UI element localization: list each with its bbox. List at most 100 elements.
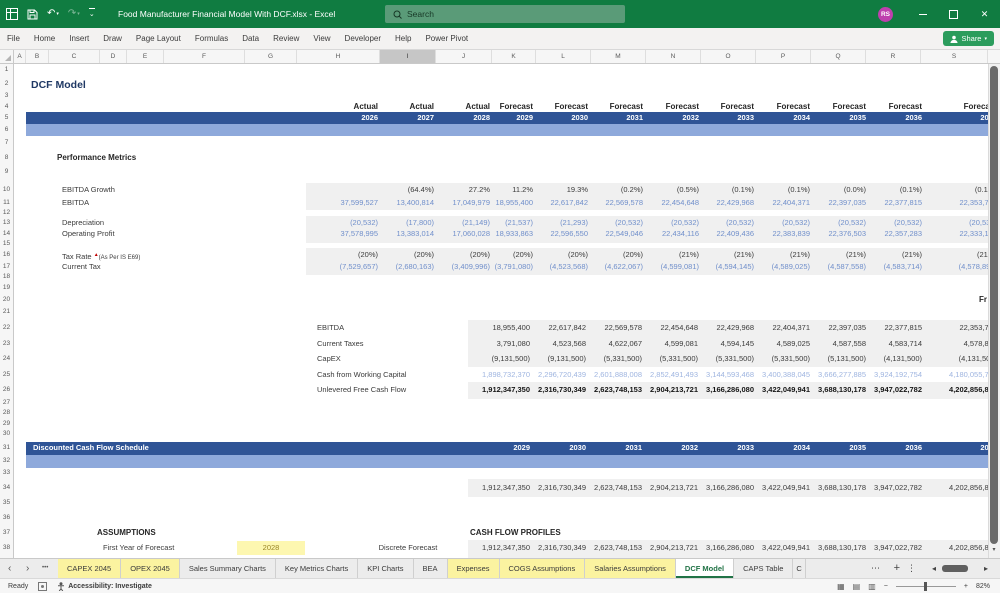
restore-button[interactable] [938,0,969,28]
value-cell[interactable]: 2,904,213,721 [650,542,698,554]
value-cell[interactable]: (4,523,568) [550,261,588,273]
share-button[interactable]: Share ▾ [943,31,994,46]
account-avatar[interactable]: RS [878,7,893,22]
value-cell[interactable]: 4,599,081 [665,338,698,350]
forecast-type-cell[interactable]: Discrete Forecast [352,542,464,554]
value-cell[interactable]: 27.2% [469,184,490,196]
sheet-tab-bea[interactable]: BEA [414,559,448,578]
year-header-cell[interactable]: 2035 [849,112,866,124]
value-cell[interactable]: 4,523,568 [553,338,586,350]
value-cell[interactable]: 22,429,968 [716,197,754,209]
value-cell[interactable]: 3,924,192,754 [874,369,922,381]
ribbon-tab-file[interactable]: File [0,28,27,49]
value-cell[interactable]: 3,422,049,941 [762,482,810,494]
qat-customize-icon[interactable]: ⌄ [89,8,95,21]
ribbon-tab-power-pivot[interactable]: Power Pivot [418,28,475,49]
row-number-34[interactable]: 34 [0,483,13,493]
ribbon-tab-insert[interactable]: Insert [62,28,96,49]
dcf-schedule-title[interactable]: Discounted Cash Flow Schedule [33,442,149,454]
column-header-h[interactable]: H [297,50,380,63]
row-number-7[interactable]: 7 [0,138,13,148]
row-label-ebitda[interactable]: EBITDA [62,197,89,209]
value-cell[interactable]: 2,904,213,721 [650,384,698,396]
value-cell[interactable]: 22,434,116 [662,228,699,240]
clipped-label-fragment[interactable]: Fr [979,294,987,306]
value-cell[interactable]: 22,429,968 [716,322,754,334]
value-cell[interactable]: (4,599,081) [661,261,699,273]
value-cell[interactable]: 22,377,815 [884,322,922,334]
value-cell[interactable]: 1,912,347,350 [482,482,530,494]
value-cell[interactable]: 3,166,286,080 [706,542,754,554]
hscroll-thumb[interactable] [942,565,968,572]
value-cell[interactable]: (7,529,657) [340,261,378,273]
value-cell[interactable]: (5,331,500) [772,353,810,365]
row-number-14[interactable]: 14 [0,229,13,239]
row-number-15[interactable]: 15 [0,239,13,249]
value-cell[interactable]: (3,409,996) [452,261,490,273]
search-box[interactable]: Search [385,5,625,23]
row-number-12[interactable]: 12 [0,208,13,218]
row-number-21[interactable]: 21 [0,307,13,317]
ribbon-tab-draw[interactable]: Draw [96,28,129,49]
column-header-m[interactable]: M [591,50,646,63]
value-cell[interactable]: 22,454,648 [660,322,698,334]
column-header-l[interactable]: L [536,50,591,63]
row-number-32[interactable]: 32 [0,456,13,466]
value-cell[interactable]: 13,400,814 [396,197,434,209]
vertical-scrollbar-thumb[interactable] [990,66,998,544]
value-cell[interactable]: (0.1%) [732,184,754,196]
value-cell[interactable]: 2,904,213,721 [650,482,698,494]
ribbon-tab-formulas[interactable]: Formulas [188,28,235,49]
value-cell[interactable]: 1,912,347,350 [482,542,530,554]
value-cell[interactable]: 37,599,527 [340,197,378,209]
row-number-22[interactable]: 22 [0,323,13,333]
column-header-g[interactable]: G [245,50,297,63]
value-cell[interactable]: (9,131,500) [548,353,586,365]
column-header-d[interactable]: D [100,50,127,63]
dcf-year-cell[interactable]: 2030 [569,442,586,454]
assumption-label[interactable]: First Year of Forecast [103,542,174,554]
value-cell[interactable]: (20%) [623,249,643,261]
macro-record-icon[interactable] [38,582,47,591]
value-cell[interactable]: 1,912,347,350 [482,384,530,396]
value-cell[interactable]: (20%) [358,249,378,261]
value-cell[interactable]: 2,316,730,349 [538,482,586,494]
save-icon[interactable] [27,9,38,20]
undo-icon[interactable]: ↶▾ [47,8,59,20]
column-header-a[interactable]: A [14,50,26,63]
value-cell[interactable]: (0.5%) [677,184,699,196]
value-cell[interactable]: 22,357,283 [884,228,922,240]
accessibility-status[interactable]: Accessibility: Investigate [57,582,152,591]
sheet-nav-left-icon[interactable]: ‹ [8,559,11,578]
sheet-tab-key-metrics-charts[interactable]: Key Metrics Charts [276,559,358,578]
value-cell[interactable]: (5,131,500) [828,353,866,365]
new-sheet-button[interactable]: + [894,559,900,578]
row-number-8[interactable]: 8 [0,153,13,163]
row-number-11[interactable]: 11 [0,198,13,208]
row-number-1[interactable]: 1 [0,65,13,75]
year-header-cell[interactable]: 2026 [361,112,378,124]
row-label-operating-profit[interactable]: Operating Profit [62,228,115,240]
sheet-tab-caps-table[interactable]: CAPS Table [734,559,793,578]
column-header-j[interactable]: J [436,50,492,63]
year-header-cell[interactable]: 2036 [905,112,922,124]
ribbon-tab-review[interactable]: Review [266,28,306,49]
value-cell[interactable]: 22,404,371 [772,197,810,209]
dcf-year-cell[interactable]: 2029 [513,442,530,454]
value-cell[interactable]: 4,587,558 [833,338,866,350]
value-cell[interactable]: 22,404,371 [772,322,810,334]
row-label-tax-rate[interactable]: Tax Rate ▲(As Per IS E69) [62,249,140,261]
dcf-year-cell[interactable]: 2032 [681,442,698,454]
tab-menu-icon[interactable]: ⋮ [907,559,916,578]
row-number-9[interactable]: 9 [0,167,13,177]
year-header-cell[interactable]: 2034 [793,112,810,124]
year-header-cell[interactable]: 2032 [682,112,699,124]
column-header-r[interactable]: R [866,50,921,63]
value-cell[interactable]: 3,166,286,080 [706,482,754,494]
sheet-tab-sales-summary-charts[interactable]: Sales Summary Charts [180,559,276,578]
value-cell[interactable]: 22,569,578 [605,197,643,209]
value-cell[interactable]: 22,617,842 [548,322,586,334]
value-cell[interactable]: 19.3% [567,184,588,196]
hscroll-left-icon[interactable]: ◂ [932,559,936,578]
first-year-input-cell[interactable]: 2028 [237,541,305,555]
